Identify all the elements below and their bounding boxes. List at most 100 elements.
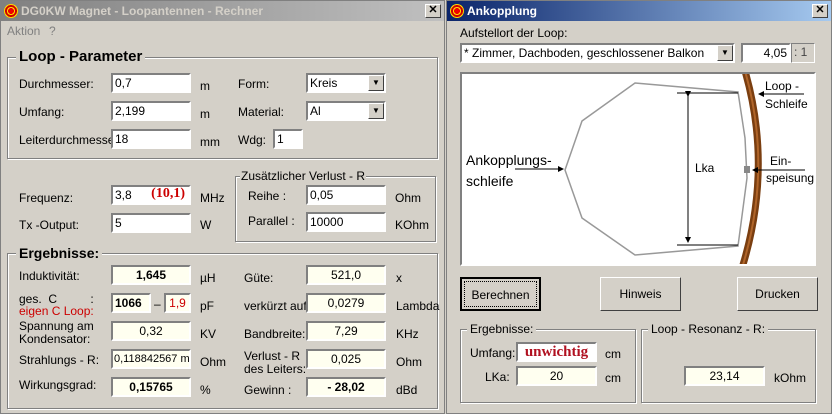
- verlust-leiter-label-1: Verlust - R: [244, 349, 301, 363]
- gewinn-output: - 28,02: [306, 377, 386, 397]
- material-select[interactable]: Al ▼: [306, 101, 386, 121]
- lka-output: 20: [516, 366, 597, 386]
- leiter-label: Leiterdurchmesser:: [19, 133, 122, 147]
- location-label: Aufstellort der Loop:: [460, 26, 568, 40]
- parallel-label: Parallel :: [248, 214, 295, 228]
- spannung-unit: KV: [200, 327, 217, 341]
- title-bar: Ankopplung ✕: [447, 1, 831, 21]
- separator: –: [154, 297, 161, 311]
- chevron-down-icon[interactable]: ▼: [368, 75, 384, 91]
- hinweis-button[interactable]: Hinweis: [600, 277, 681, 311]
- leiter-unit: mm: [200, 135, 220, 149]
- durchmesser-input[interactable]: 0,7: [111, 73, 191, 93]
- loop-label-1: Loop -: [765, 79, 799, 93]
- guete-output: 521,0: [306, 265, 386, 285]
- wirkungsgrad-label: Wirkungsgrad:: [19, 378, 97, 392]
- group-title: Loop - Parameter: [16, 48, 146, 65]
- close-button[interactable]: ✕: [812, 4, 828, 18]
- lka-label: LKa:: [485, 370, 510, 384]
- lka-unit: cm: [605, 371, 621, 385]
- verkuerzt-label: verkürzt auf:: [244, 299, 311, 313]
- induktivitaet-label: Induktivität:: [19, 269, 80, 283]
- wirkungsgrad-unit: %: [200, 383, 211, 397]
- umfang-input[interactable]: 2,199: [111, 101, 191, 121]
- window-title: DG0KW Magnet - Loopantennen - Rechner: [21, 4, 264, 18]
- reihe-input[interactable]: 0,05: [306, 185, 386, 205]
- chevron-down-icon[interactable]: ▼: [368, 103, 384, 119]
- feed-point: [744, 166, 750, 173]
- gewinn-label: Gewinn :: [244, 383, 292, 397]
- eigen-c-label: eigen C Loop:: [19, 304, 94, 318]
- verkuerzt-output: 0,0279: [306, 293, 386, 313]
- verlust-leiter-label-2: des Leiters:: [244, 362, 307, 376]
- leiter-input[interactable]: 18: [111, 129, 191, 149]
- form-label: Form:: [238, 77, 270, 91]
- menu-help[interactable]: ?: [49, 24, 56, 38]
- wirkungsgrad-output: 0,15765: [111, 377, 191, 397]
- umfang-unit: m: [200, 107, 210, 121]
- coupling-umfang-output: unwichtig: [516, 342, 597, 362]
- menu-aktion[interactable]: Aktion: [7, 24, 40, 38]
- spannung-output: 0,32: [111, 321, 191, 341]
- title-bar: DG0KW Magnet - Loopantennen - Rechner ✕: [1, 1, 444, 21]
- strahlung-label: Strahlungs - R:: [19, 353, 100, 367]
- berechnen-button[interactable]: Berechnen: [460, 277, 541, 311]
- location-select[interactable]: * Zimmer, Dachboden, geschlossener Balko…: [460, 43, 735, 63]
- group-title: Loop - Resonanz - R:: [648, 322, 769, 336]
- coupling-umfang-unit: cm: [605, 347, 621, 361]
- bandbreite-label: Bandbreite:: [244, 327, 306, 341]
- wdg-input[interactable]: 1: [273, 129, 303, 149]
- frequenz-label: Frequenz:: [19, 191, 74, 205]
- material-value: Al: [310, 104, 321, 118]
- tx-input[interactable]: 5: [111, 213, 191, 233]
- app-icon: [4, 4, 18, 18]
- parallel-input[interactable]: 10000: [306, 212, 386, 232]
- wdg-label: Wdg:: [238, 133, 267, 147]
- group-title: Ergebnisse:: [467, 322, 537, 336]
- material-label: Material:: [238, 105, 285, 119]
- main-window: DG0KW Magnet - Loopantennen - Rechner ✕ …: [0, 0, 445, 414]
- spannung-label-1: Spannung am: [19, 319, 94, 333]
- kapazitaet-unit: pF: [200, 299, 215, 313]
- umfang-label: Umfang:: [19, 105, 65, 119]
- coupling-loop-shape: [564, 82, 748, 256]
- verlust-leiter-unit: Ohm: [396, 355, 423, 369]
- durchmesser-unit: m: [200, 79, 210, 93]
- app-icon: [450, 4, 464, 18]
- coupling-diagram: Ankopplungs- schleife Lka Loop - Schleif…: [460, 72, 816, 266]
- form-select[interactable]: Kreis ▼: [306, 73, 386, 93]
- tx-unit: W: [200, 218, 212, 232]
- group-title: Ergebnisse:: [16, 245, 103, 261]
- frequenz-unit: MHz: [200, 191, 225, 205]
- spannung-label-2: Kondensator:: [19, 332, 91, 346]
- drucken-button[interactable]: Drucken: [737, 277, 818, 311]
- reihe-label: Reihe :: [248, 189, 287, 203]
- factor-output: 4,05: [741, 43, 791, 63]
- factor-suffix: : 1: [791, 43, 815, 63]
- verkuerzt-unit: Lambda: [396, 299, 440, 313]
- chevron-down-icon[interactable]: ▼: [717, 45, 733, 61]
- gewinn-unit: dBd: [396, 383, 418, 397]
- bandbreite-unit: KHz: [396, 327, 419, 341]
- parallel-unit: KOhm: [395, 218, 430, 232]
- band-indicator: (10,1): [151, 186, 185, 201]
- window-title: Ankopplung: [467, 4, 537, 18]
- eigen-c-output: 1,9: [164, 293, 191, 313]
- reihe-unit: Ohm: [395, 191, 422, 205]
- group-title: Zusätzlicher Verlust - R: [240, 169, 367, 183]
- coupling-umfang-label: Umfang:: [470, 346, 516, 360]
- frequenz-input[interactable]: 3,8 (10,1): [111, 185, 191, 205]
- strahlung-output: 0,118842567 m: [111, 349, 191, 369]
- ges-c-output: 1066: [111, 293, 151, 313]
- loop-label-2: Schleife: [765, 97, 808, 111]
- lka-label: Lka: [695, 161, 715, 175]
- resonanz-unit: kOhm: [774, 371, 807, 385]
- verlust-leiter-output: 0,025: [306, 349, 386, 369]
- form-value: Kreis: [310, 76, 338, 90]
- ankopplung-label-1: Ankopplungs-: [466, 152, 552, 168]
- tx-label: Tx -Output:: [19, 218, 80, 232]
- resonanz-output: 23,14: [684, 366, 765, 386]
- induktivitaet-unit: µH: [200, 271, 216, 285]
- strahlung-unit: Ohm: [200, 355, 227, 369]
- close-button[interactable]: ✕: [425, 4, 441, 18]
